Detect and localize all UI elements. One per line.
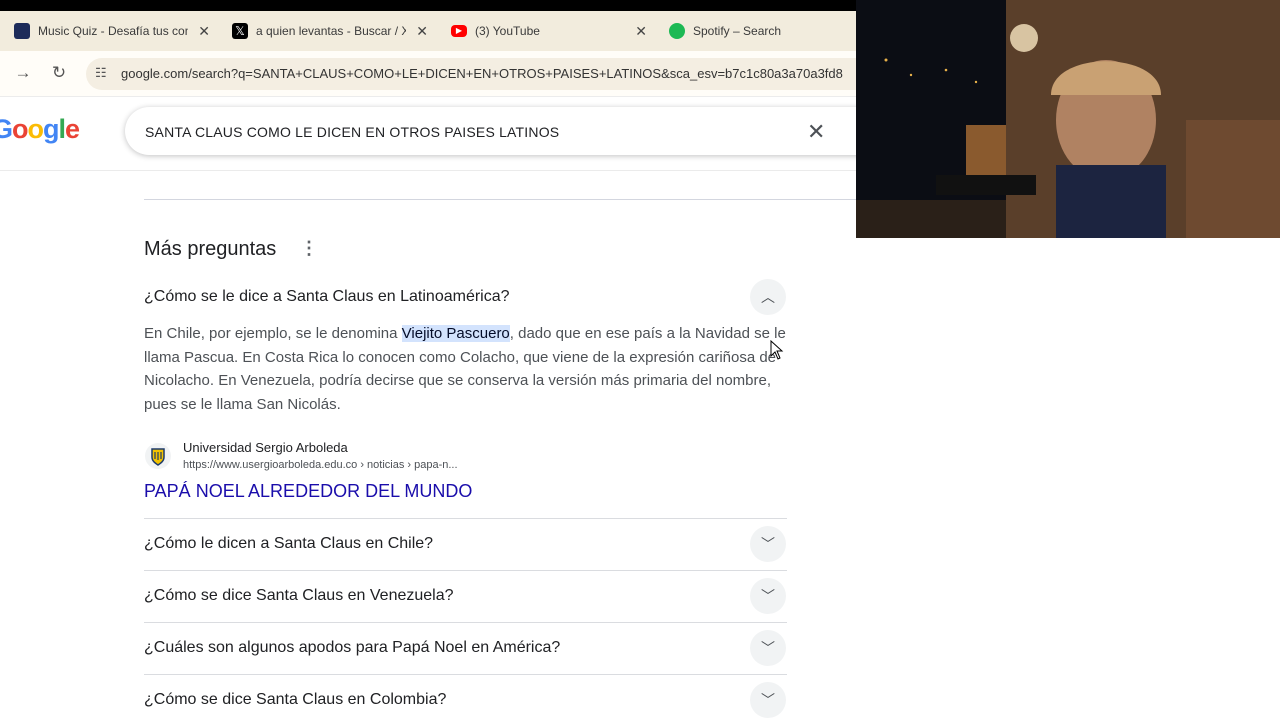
chevron-down-icon[interactable]: ﹀ xyxy=(750,526,786,562)
question-text: ¿Cómo se dice Santa Claus en Venezuela? xyxy=(144,587,454,604)
clear-icon[interactable]: ✕ xyxy=(807,119,825,145)
close-icon[interactable]: ✕ xyxy=(416,23,428,40)
tab-title: (3) YouTube xyxy=(475,24,540,38)
close-icon[interactable]: ✕ xyxy=(198,23,210,40)
header-divider xyxy=(0,170,856,171)
answer-snippet: En Chile, por ejemplo, se le denomina Vi… xyxy=(144,322,794,417)
search-input[interactable]: SANTA CLAUS COMO LE DICEN EN OTROS PAISE… xyxy=(145,124,559,140)
google-logo[interactable]: Google xyxy=(0,114,80,145)
tab-strip: Music Quiz - Desafía tus con ✕ 𝕏 a quien… xyxy=(0,11,856,51)
tab-music-quiz[interactable]: Music Quiz - Desafía tus con ✕ xyxy=(14,11,210,51)
close-icon[interactable]: ✕ xyxy=(635,23,647,40)
spotify-icon xyxy=(669,23,685,39)
question-text: ¿Cuáles son algunos apodos para Papá Noe… xyxy=(144,639,561,656)
top-black-bar xyxy=(0,0,856,11)
forward-icon[interactable]: → xyxy=(13,63,33,83)
tab-title: Spotify – Search xyxy=(693,24,782,38)
music-quiz-icon xyxy=(14,23,30,39)
row-divider xyxy=(144,622,787,623)
reload-icon[interactable]: ↻ xyxy=(49,63,69,83)
question-text: ¿Cómo le dicen a Santa Claus en Chile? xyxy=(144,535,434,552)
tab-x-search[interactable]: 𝕏 a quien levantas - Buscar / X ✕ xyxy=(232,11,428,51)
source-url[interactable]: https://www.usergioarboleda.edu.co › not… xyxy=(183,459,458,471)
source-name[interactable]: Universidad Sergio Arboleda xyxy=(183,440,348,455)
chevron-down-icon[interactable]: ﹀ xyxy=(750,630,786,666)
mouse-cursor-icon xyxy=(770,339,784,365)
address-bar-row: → ↻ ☷ google.com/search?q=SANTA+CLAUS+CO… xyxy=(0,51,876,97)
search-box[interactable]: SANTA CLAUS COMO LE DICEN EN OTROS PAISE… xyxy=(125,107,885,155)
url-text[interactable]: google.com/search?q=SANTA+CLAUS+COMO+LE+… xyxy=(121,66,857,81)
chevron-up-icon[interactable]: ︿ xyxy=(750,279,786,315)
result-title-link[interactable]: PAPÁ NOEL ALREDEDOR DEL MUNDO xyxy=(144,481,472,502)
tab-spotify[interactable]: Spotify – Search xyxy=(669,11,856,51)
chevron-down-icon[interactable]: ﹀ xyxy=(750,578,786,614)
question-text: ¿Cómo se le dice a Santa Claus en Latino… xyxy=(144,288,510,305)
university-shield-icon[interactable] xyxy=(145,443,171,469)
row-divider xyxy=(144,518,787,519)
question-text: ¿Cómo se dice Santa Claus en Colombia? xyxy=(144,691,447,708)
webcam-overlay xyxy=(856,0,1280,238)
row-divider xyxy=(144,674,787,675)
paa-heading: Más preguntas xyxy=(144,238,277,260)
answer-text: En Chile, por ejemplo, se le denomina xyxy=(144,325,402,342)
tab-title: a quien levantas - Buscar / X xyxy=(256,24,406,38)
x-logo-icon: 𝕏 xyxy=(232,23,248,39)
more-options-icon[interactable]: ⋮ xyxy=(300,238,318,259)
section-divider xyxy=(144,199,856,200)
chevron-down-icon[interactable]: ﹀ xyxy=(750,682,786,718)
omnibox[interactable]: ☷ google.com/search?q=SANTA+CLAUS+COMO+L… xyxy=(86,58,876,90)
tab-youtube[interactable]: ▶ (3) YouTube ✕ xyxy=(451,11,647,51)
site-settings-icon[interactable]: ☷ xyxy=(95,65,107,81)
tab-title: Music Quiz - Desafía tus con xyxy=(38,24,188,38)
youtube-icon: ▶ xyxy=(451,25,467,37)
answer-highlight: Viejito Pascuero xyxy=(401,325,510,342)
row-divider xyxy=(144,570,787,571)
